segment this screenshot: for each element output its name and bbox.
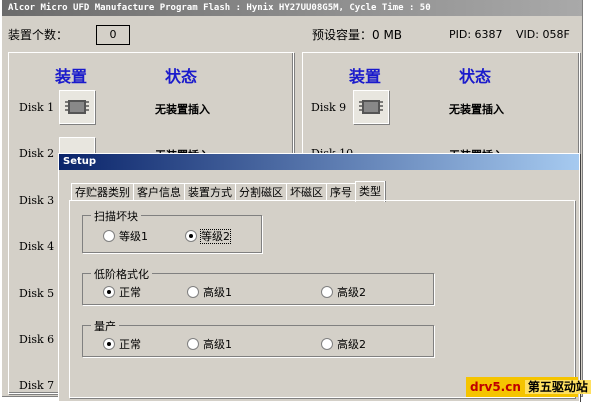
radio-off-icon xyxy=(103,230,115,242)
radio-off-icon xyxy=(321,286,333,298)
tab-partition[interactable]: 分割磁区 xyxy=(235,183,287,201)
setup-tabs: 存贮器类别 客户信息 装置方式 分割磁区 坏磁区 序号 类型 xyxy=(71,180,385,202)
disk-1-chip-icon[interactable] xyxy=(59,90,95,124)
scan-group-title: 扫描坏块 xyxy=(91,208,141,224)
scan-level1-radio[interactable]: 等级1 xyxy=(103,228,148,244)
production-normal-label: 正常 xyxy=(119,338,141,351)
lowlevel-adv2-radio[interactable]: 高级2 xyxy=(321,284,366,300)
capacity-label: 预设容量：0 MB xyxy=(312,28,403,42)
window-title: Alcor Micro UFD Manufacture Program Flas… xyxy=(2,0,582,16)
watermark-name: 第五驱动站 xyxy=(524,380,591,394)
radio-on-icon xyxy=(103,338,115,350)
radio-off-icon xyxy=(321,338,333,350)
tab-type[interactable]: 类型 xyxy=(355,181,385,202)
lowlevel-group: 低阶格式化 正常 高级1 高级2 xyxy=(82,266,434,305)
lowlevel-normal-radio[interactable]: 正常 xyxy=(103,284,141,300)
tab-bad-sector[interactable]: 坏磁区 xyxy=(286,183,327,201)
left-status-header: 状态 xyxy=(165,67,198,86)
production-adv1-label: 高级1 xyxy=(203,338,232,351)
scan-level1-label: 等级1 xyxy=(119,230,148,243)
lowlevel-normal-label: 正常 xyxy=(119,286,141,299)
lowlevel-group-title: 低阶格式化 xyxy=(91,266,152,282)
tab-serial[interactable]: 序号 xyxy=(326,183,356,201)
device-count-label: 装置个数： xyxy=(8,28,69,42)
radio-on-icon xyxy=(185,230,197,242)
production-group: 量产 正常 高级1 高级2 xyxy=(82,318,434,357)
radio-off-icon xyxy=(187,338,199,350)
tab-device-mode[interactable]: 装置方式 xyxy=(184,183,236,201)
vid-label: VID: 058F xyxy=(516,28,570,41)
left-device-header: 装置 xyxy=(55,67,88,86)
disk-9-label: Disk 9 xyxy=(311,101,347,114)
tab-customer-info[interactable]: 客户信息 xyxy=(133,183,185,201)
right-status-header: 状态 xyxy=(459,67,492,86)
tab-type-pane: 扫描坏块 等级1 等级2 低阶格式化 正常 高级1 高级2 量产 正常 高级1 … xyxy=(69,200,575,398)
watermark-site: drv5.cn xyxy=(470,380,521,394)
radio-on-icon xyxy=(103,286,115,298)
disk-1-label: Disk 1 xyxy=(19,101,55,114)
pid-label: PID: 6387 xyxy=(449,28,503,41)
disk-7-label: Disk 7 xyxy=(19,379,55,392)
disk-6-label: Disk 6 xyxy=(19,333,55,346)
production-adv2-radio[interactable]: 高级2 xyxy=(321,336,366,352)
site-watermark: drv5.cn 第五驱动站 xyxy=(466,377,591,397)
production-adv2-label: 高级2 xyxy=(337,338,366,351)
scan-level2-radio[interactable]: 等级2 xyxy=(185,228,231,244)
disk-1-status: 无装置插入 xyxy=(155,103,210,116)
disk-2-label: Disk 2 xyxy=(19,147,55,160)
production-group-title: 量产 xyxy=(91,318,119,334)
radio-off-icon xyxy=(187,286,199,298)
tab-storage-type[interactable]: 存贮器类别 xyxy=(71,183,134,201)
disk-5-label: Disk 5 xyxy=(19,287,55,300)
production-adv1-radio[interactable]: 高级1 xyxy=(187,336,232,352)
lowlevel-adv1-radio[interactable]: 高级1 xyxy=(187,284,232,300)
right-device-header: 装置 xyxy=(349,67,382,86)
setup-dialog-title: Setup xyxy=(59,154,579,170)
disk-9-status: 无装置插入 xyxy=(449,103,504,116)
lowlevel-adv2-label: 高级2 xyxy=(337,286,366,299)
disk-3-label: Disk 3 xyxy=(19,194,55,207)
scan-group: 扫描坏块 等级1 等级2 xyxy=(82,208,262,253)
scan-level2-label: 等级2 xyxy=(200,229,231,244)
setup-dialog: Setup 存贮器类别 客户信息 装置方式 分割磁区 坏磁区 序号 类型 扫描坏块 等级1 … xyxy=(58,153,580,402)
lowlevel-adv1-label: 高级1 xyxy=(203,286,232,299)
device-count-value: 0 xyxy=(96,25,130,45)
production-normal-radio[interactable]: 正常 xyxy=(103,336,141,352)
disk-4-label: Disk 4 xyxy=(19,240,55,253)
disk-9-chip-icon[interactable] xyxy=(353,90,389,124)
